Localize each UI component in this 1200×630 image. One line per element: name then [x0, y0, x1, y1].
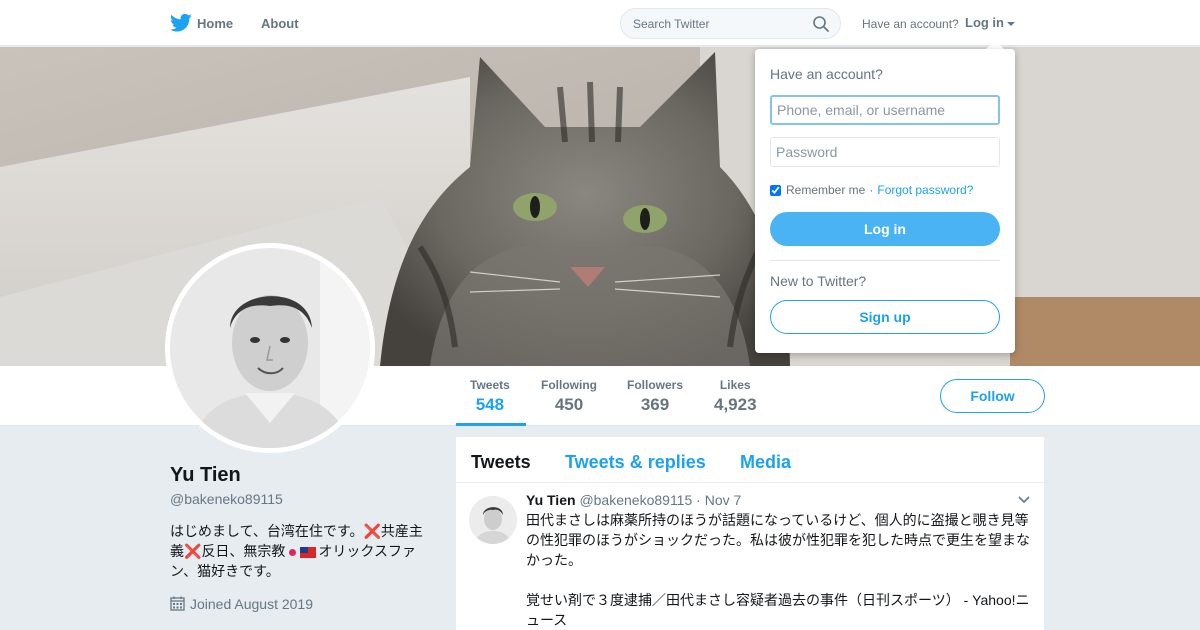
- joined-text: Joined August 2019: [190, 596, 313, 612]
- login-dropdown-toggle[interactable]: Log in: [965, 15, 1015, 30]
- red-circle-icon: [289, 548, 297, 556]
- search-icon[interactable]: [812, 15, 830, 33]
- tweet-header: Yu Tien @bakeneko89115 · Nov 7: [526, 492, 741, 508]
- tweet-paragraph: 田代まさしは麻薬所持のほうが話題になっているけど、個人的に盗撮と覗き見等の性犯罪…: [526, 512, 1030, 568]
- tweet-text: 田代まさしは麻薬所持のほうが話題になっているけど、個人的に盗撮と覗き見等の性犯罪…: [526, 510, 1034, 630]
- dropdown-title: Have an account?: [770, 66, 883, 82]
- remember-me-label[interactable]: Remember me: [786, 183, 865, 197]
- new-to-twitter-text: New to Twitter?: [770, 273, 867, 289]
- avatar-photo: [170, 248, 370, 448]
- tweet-author-name[interactable]: Yu Tien: [526, 492, 576, 508]
- stat-value: 4,923: [714, 395, 757, 414]
- tab-tweets-and-replies[interactable]: Tweets & replies: [565, 452, 706, 473]
- remember-me-checkbox[interactable]: [770, 184, 781, 196]
- search-input[interactable]: [633, 15, 803, 33]
- profile-name[interactable]: Yu Tien: [170, 464, 241, 487]
- stat-label: Following: [541, 378, 597, 392]
- tweet-separator: ·: [696, 492, 701, 508]
- joined-date: Joined August 2019: [170, 596, 313, 612]
- login-toggle-label: Log in: [965, 15, 1004, 30]
- password-field[interactable]: [770, 137, 1000, 167]
- chevron-down-icon: [1007, 21, 1015, 26]
- profile-handle[interactable]: @bakeneko89115: [170, 491, 283, 507]
- tweet-author-handle[interactable]: @bakeneko89115: [579, 492, 692, 508]
- calendar-icon: [170, 596, 185, 611]
- username-field[interactable]: [770, 95, 1000, 125]
- nav-home-link[interactable]: Home: [197, 16, 233, 31]
- stat-followers[interactable]: Followers 369: [627, 378, 683, 415]
- active-stat-indicator: [456, 423, 526, 426]
- forgot-password-link[interactable]: Forgot password?: [877, 183, 973, 197]
- stat-label: Followers: [627, 378, 684, 392]
- tweet-avatar-photo: [469, 496, 517, 544]
- profile-bio: はじめまして、台湾在住です。❌共産主義❌反日、無宗教 オリックスファン、猫好きです…: [170, 521, 435, 581]
- profile-avatar[interactable]: [165, 243, 375, 453]
- tweet-avatar[interactable]: [469, 496, 517, 544]
- chevron-down-icon[interactable]: [1018, 496, 1030, 504]
- login-button[interactable]: Log in: [770, 212, 1000, 246]
- search-box[interactable]: [620, 8, 841, 39]
- login-dropdown: Have an account? Remember me · Forgot pa…: [755, 49, 1015, 353]
- follow-button[interactable]: Follow: [940, 379, 1045, 413]
- bio-text: はじめまして、台湾在住です。: [170, 523, 364, 539]
- stat-value: 369: [640, 395, 670, 414]
- stat-tweets[interactable]: Tweets 548: [470, 378, 510, 415]
- stat-label: Tweets: [470, 378, 510, 392]
- tab-tweets[interactable]: Tweets: [471, 452, 531, 473]
- timeline: Tweets Tweets & replies Media Yu Tien @b…: [456, 437, 1044, 630]
- have-account-text: Have an account?: [862, 17, 959, 31]
- timeline-tabs: Tweets Tweets & replies Media: [456, 437, 1044, 483]
- dropdown-divider: [770, 260, 1000, 261]
- stat-value: 548: [475, 395, 505, 414]
- stat-likes[interactable]: Likes 4,923: [714, 378, 757, 415]
- cross-mark-icon: ❌: [184, 543, 202, 559]
- bio-text: 反日、無宗教: [201, 543, 286, 559]
- tab-media[interactable]: Media: [740, 452, 791, 473]
- cross-mark-icon: ❌: [363, 523, 381, 539]
- signup-button[interactable]: Sign up: [770, 300, 1000, 334]
- stat-value: 450: [554, 395, 584, 414]
- stat-following[interactable]: Following 450: [541, 378, 597, 415]
- nav-about-link[interactable]: About: [261, 16, 299, 31]
- remember-me-row: Remember me · Forgot password?: [770, 183, 973, 197]
- tweet-timestamp[interactable]: Nov 7: [705, 492, 742, 508]
- tweet-paragraph: 覚せい剤で３度逮捕／田代まさし容疑者過去の事件（日刊スポーツ） - Yahoo!…: [526, 592, 1030, 628]
- remember-separator: ·: [869, 183, 874, 197]
- twitter-bird-icon[interactable]: [170, 13, 192, 33]
- top-nav: Home About Have an account? Log in: [0, 0, 1200, 46]
- taiwan-flag-icon: [300, 546, 317, 558]
- stat-label: Likes: [719, 378, 751, 392]
